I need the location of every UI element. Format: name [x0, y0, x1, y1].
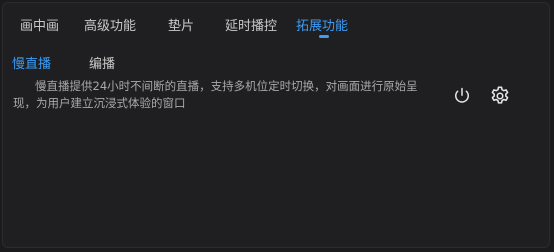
subtab-broadcast-editing[interactable]: 编播 [89, 53, 115, 72]
extension-panel: 画中画 高级功能 垫片 延时播控 拓展功能 慢直播 编播 慢直播提供24小时不间… [2, 2, 550, 248]
subtab-slow-live[interactable]: 慢直播 [12, 53, 51, 72]
active-tab-indicator [319, 35, 329, 38]
slow-live-feature-row: 慢直播提供24小时不间断的直播，支持多机位定时切换，对画面进行原始呈现，为用户建… [13, 78, 543, 128]
tab-pad[interactable]: 垫片 [168, 15, 194, 34]
tab-extended-features[interactable]: 拓展功能 [296, 15, 348, 34]
tab-picture-in-picture[interactable]: 画中画 [20, 15, 59, 34]
main-tab-bar: 画中画 高级功能 垫片 延时播控 拓展功能 [3, 3, 549, 43]
power-icon[interactable] [449, 83, 475, 109]
tab-delay-control[interactable]: 延时播控 [225, 15, 277, 34]
gear-icon[interactable] [487, 83, 513, 109]
feature-description: 慢直播提供24小时不间断的直播，支持多机位定时切换，对画面进行原始呈现，为用户建… [13, 79, 418, 110]
sub-tab-bar: 慢直播 编播 [3, 51, 549, 75]
tab-advanced-features[interactable]: 高级功能 [84, 15, 136, 34]
